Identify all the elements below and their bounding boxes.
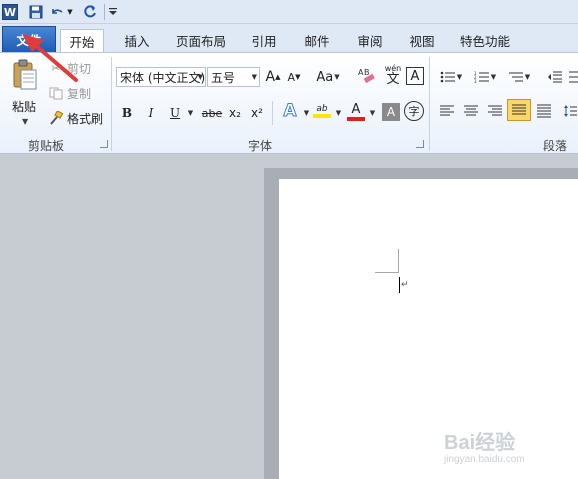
font-size-combo[interactable]: 五号 ▼ xyxy=(207,67,260,87)
tab-view[interactable]: 视图 xyxy=(400,29,444,52)
paragraph-mark-icon: ↵ xyxy=(401,280,409,290)
group-divider xyxy=(429,57,430,151)
chevron-down-icon: ▼ xyxy=(197,73,203,81)
scissors-icon: ✂ xyxy=(51,61,61,75)
align-right-button[interactable] xyxy=(484,101,506,121)
font-color-button[interactable]: A xyxy=(346,99,366,123)
ribbon-home: 粘贴 ▼ ✂ 剪切 复制 格式刷 剪贴板 宋体 (中文正文) ▼ 五号 ▼ A ▲… xyxy=(0,52,578,154)
undo-dropdown-icon[interactable]: ▼ xyxy=(66,3,74,21)
grow-font-button[interactable]: A ▲ xyxy=(264,67,282,87)
chevron-down-icon: ▼ xyxy=(251,73,257,81)
highlight-dropdown[interactable]: ▼ xyxy=(334,103,342,123)
group-label-clipboard: 剪贴板 xyxy=(28,139,65,153)
pinyin-guide-button[interactable]: wén 文 xyxy=(382,63,404,87)
group-divider xyxy=(272,101,273,125)
text-effects-dropdown[interactable]: ▼ xyxy=(302,103,310,123)
numbering-button[interactable]: 123 ▼ xyxy=(470,67,500,87)
text-effects-button[interactable]: A xyxy=(278,101,302,122)
shrink-font-button[interactable]: A ▼ xyxy=(285,67,303,87)
group-label-font: 字体 xyxy=(248,139,273,153)
paste-button[interactable]: 粘贴 ▼ xyxy=(4,57,44,127)
tab-page-layout[interactable]: 页面布局 xyxy=(168,29,234,52)
strikethrough-button[interactable]: abe xyxy=(200,103,224,123)
copy-button[interactable]: 复制 xyxy=(48,84,91,102)
bullets-button[interactable]: ▼ xyxy=(436,67,466,87)
baidu-watermark: Bai经验 jingyan.baidu.com xyxy=(442,420,572,468)
clear-format-button[interactable]: AB xyxy=(356,65,380,85)
increase-indent-button[interactable] xyxy=(568,67,578,87)
change-case-button[interactable]: Aa ▼ xyxy=(314,67,342,87)
copy-icon xyxy=(48,86,64,100)
undo-icon[interactable] xyxy=(50,3,64,21)
italic-button[interactable]: I xyxy=(142,103,160,123)
font-size-value: 五号 xyxy=(211,70,236,85)
distributed-align-button[interactable] xyxy=(533,101,555,121)
customize-dropdown-icon[interactable] xyxy=(108,3,118,21)
clipboard-icon xyxy=(12,59,37,90)
tab-mailings[interactable]: 邮件 xyxy=(295,29,339,52)
repeat-icon[interactable] xyxy=(82,3,98,21)
text-cursor xyxy=(399,277,400,293)
subscript-button[interactable]: x₂ xyxy=(226,103,244,123)
cut-label: 剪切 xyxy=(67,61,92,76)
justify-button[interactable] xyxy=(507,99,531,121)
quick-access-toolbar: W ▼ xyxy=(0,0,578,24)
group-divider xyxy=(111,57,112,151)
tab-insert[interactable]: 插入 xyxy=(115,29,159,52)
tab-references[interactable]: 引用 xyxy=(242,29,286,52)
align-center-button[interactable] xyxy=(460,101,482,121)
decrease-indent-button[interactable] xyxy=(544,67,566,87)
underline-dropdown[interactable]: ▼ xyxy=(186,103,194,123)
superscript-button[interactable]: x² xyxy=(248,103,266,123)
line-spacing-button[interactable] xyxy=(562,101,578,121)
watermark-subtext: jingyan.baidu.com xyxy=(444,454,525,465)
cut-button[interactable]: ✂ 剪切 xyxy=(48,59,91,77)
align-left-button[interactable] xyxy=(436,101,458,121)
char-shading-button[interactable]: A xyxy=(382,103,400,121)
group-label-paragraph: 段落 xyxy=(543,139,568,153)
watermark-text: Bai经验 xyxy=(444,432,516,454)
tab-file[interactable]: 文件 xyxy=(2,26,56,52)
font-color-dropdown[interactable]: ▼ xyxy=(368,103,376,123)
underline-button[interactable]: U xyxy=(166,103,184,123)
toolbar-divider xyxy=(104,4,105,20)
font-name-combo[interactable]: 宋体 (中文正文) ▼ xyxy=(116,67,206,87)
multilevel-list-button[interactable]: ▼ xyxy=(504,67,534,87)
margin-corner-mark xyxy=(375,272,399,273)
font-name-value: 宋体 (中文正文) xyxy=(120,70,206,85)
copy-label: 复制 xyxy=(67,86,92,101)
ribbon-tabs: 文件 开始 插入 页面布局 引用 邮件 审阅 视图 特色功能 xyxy=(0,24,578,52)
format-painter-button[interactable]: 格式刷 xyxy=(48,109,103,127)
paste-label: 粘贴 xyxy=(12,100,37,114)
enclose-char-button[interactable]: 字 xyxy=(404,101,424,121)
font-launcher-icon[interactable] xyxy=(416,140,424,148)
word-icon[interactable]: W xyxy=(2,4,18,20)
brush-icon xyxy=(48,111,64,125)
tab-review[interactable]: 审阅 xyxy=(348,29,392,52)
svg-text:3: 3 xyxy=(474,79,477,83)
tab-features[interactable]: 特色功能 xyxy=(452,29,518,52)
format-painter-label: 格式刷 xyxy=(67,111,104,126)
clipboard-launcher-icon[interactable] xyxy=(100,140,108,148)
margin-corner-mark xyxy=(398,249,399,273)
char-border-button[interactable]: A xyxy=(406,67,424,85)
save-icon[interactable] xyxy=(28,3,44,21)
bold-button[interactable]: B xyxy=(118,103,136,123)
highlight-button[interactable]: ab xyxy=(312,99,332,123)
tab-home[interactable]: 开始 xyxy=(60,29,104,52)
svg-text:B: B xyxy=(364,68,370,77)
chevron-down-icon[interactable]: ▼ xyxy=(22,117,28,126)
